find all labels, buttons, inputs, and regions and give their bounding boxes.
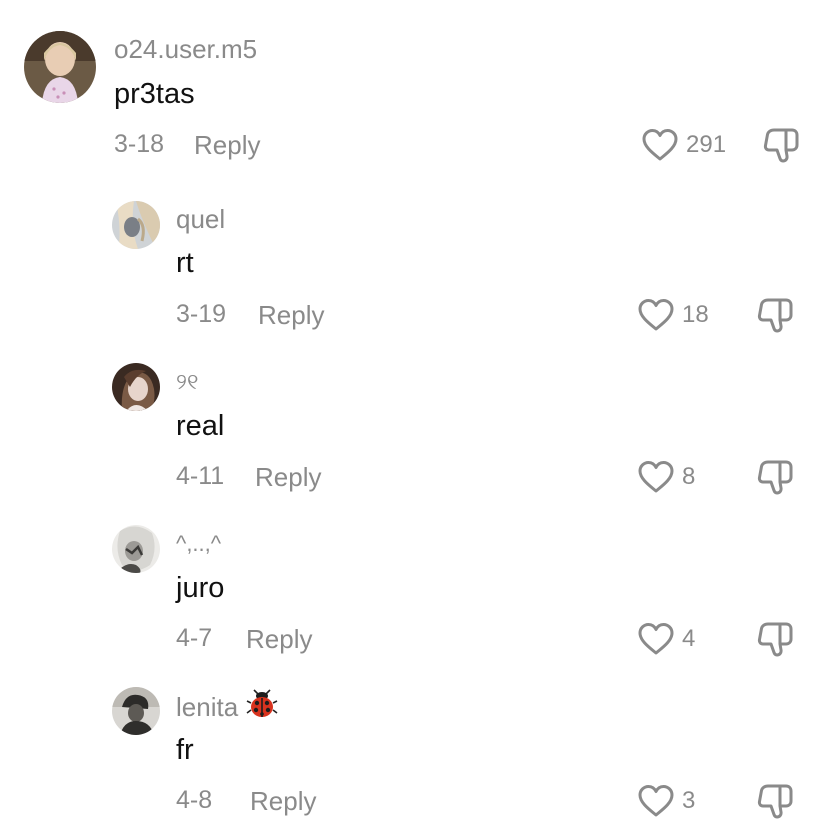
- comment-item: lenita fr 4-8 Reply 3: [0, 668, 827, 840]
- comment-item: ^,..,^ juro 4-7 Reply 4: [0, 506, 827, 668]
- avatar[interactable]: [112, 687, 160, 735]
- comment-date: 3-19: [176, 300, 227, 328]
- like-count: 291: [686, 131, 727, 158]
- comment-username[interactable]: quel: [176, 206, 225, 232]
- reply-button[interactable]: Reply: [250, 788, 316, 814]
- comment-text: juro: [176, 572, 225, 604]
- comment-date: 4-11: [176, 462, 225, 490]
- thumbs-down-icon[interactable]: [756, 296, 794, 339]
- comment-item: o24.user.m5 pr3tas 3-18 Reply 291: [0, 0, 827, 180]
- heart-icon[interactable]: [637, 298, 675, 337]
- thumbs-down-icon[interactable]: [756, 782, 794, 825]
- comment-text: real: [176, 410, 225, 442]
- comment-text: pr3tas: [114, 78, 195, 110]
- reply-button[interactable]: Reply: [246, 626, 312, 652]
- comment-username[interactable]: o24.user.m5: [114, 36, 257, 62]
- reply-button[interactable]: Reply: [194, 132, 260, 158]
- like-count: 18: [682, 301, 709, 328]
- like-count: 3: [682, 787, 696, 814]
- comment-date: 4-7: [176, 624, 213, 652]
- comment-username-text: lenita: [176, 691, 239, 722]
- heart-icon[interactable]: [637, 784, 675, 823]
- comment-item: ୨୧ real 4-11 Reply 8: [0, 344, 827, 506]
- heart-icon[interactable]: [637, 622, 675, 661]
- comment-date: 4-8: [176, 786, 213, 814]
- comment-username[interactable]: ^,..,^: [176, 533, 221, 555]
- avatar[interactable]: [112, 201, 160, 249]
- heart-icon[interactable]: [641, 128, 679, 167]
- comment-item: quel rt rt 3-19 Reply 18: [0, 180, 827, 344]
- thumbs-down-icon[interactable]: [756, 620, 794, 663]
- like-count: 8: [682, 463, 696, 490]
- comment-username[interactable]: ୨୧: [176, 371, 198, 393]
- avatar[interactable]: [112, 525, 160, 573]
- reply-button[interactable]: Reply: [258, 302, 324, 328]
- comment-text: rt: [176, 247, 194, 279]
- avatar[interactable]: [24, 31, 96, 103]
- comment-date: 3-18: [114, 130, 165, 158]
- thumbs-down-icon[interactable]: [756, 458, 794, 501]
- ladybug-icon: [246, 689, 278, 723]
- avatar[interactable]: [112, 363, 160, 411]
- thumbs-down-icon[interactable]: [762, 126, 800, 169]
- heart-icon[interactable]: [637, 460, 675, 499]
- like-count: 4: [682, 625, 696, 652]
- comment-text: fr: [176, 734, 194, 766]
- comment-username[interactable]: lenita: [176, 689, 278, 726]
- reply-button[interactable]: Reply: [255, 464, 321, 490]
